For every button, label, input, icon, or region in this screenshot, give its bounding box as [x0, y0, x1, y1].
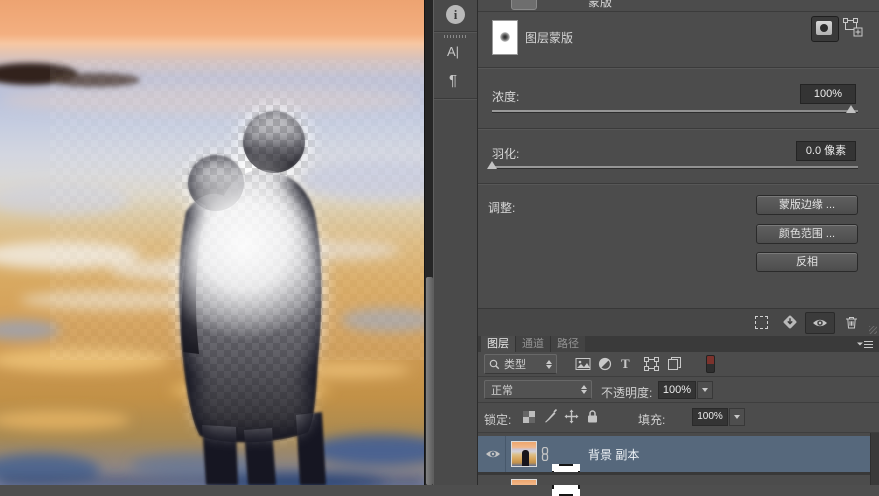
tab-channels[interactable]: 通道 — [515, 336, 550, 352]
mask-panel-icon — [511, 0, 537, 10]
filter-toggle-switch[interactable] — [706, 355, 715, 373]
filter-smart-object-icon[interactable] — [667, 356, 682, 371]
search-icon — [489, 359, 500, 369]
adjust-label: 调整: — [488, 201, 516, 215]
fill-label: 填充: — [638, 413, 666, 427]
canvas-image — [0, 0, 424, 485]
divider — [434, 98, 477, 99]
panel-menu-icon — [857, 341, 873, 348]
properties-footer-bar — [478, 308, 879, 336]
eye-icon[interactable] — [485, 448, 501, 460]
divider — [478, 67, 879, 68]
lock-all-icon[interactable] — [586, 409, 599, 424]
filter-pixel-layers-icon[interactable] — [575, 357, 591, 371]
updown-arrows-icon — [546, 359, 552, 369]
vector-mask-icon — [843, 18, 863, 37]
blend-mode-value: 正常 — [491, 384, 513, 397]
density-value[interactable]: 100% — [800, 84, 856, 104]
info-icon: i — [446, 5, 465, 24]
mask-type-label: 图层蒙版 — [525, 31, 574, 45]
character-panel-icon[interactable]: A| — [447, 44, 459, 59]
blend-mode-dropdown[interactable]: 正常 — [484, 380, 592, 399]
scrollbar-thumb[interactable] — [426, 277, 433, 485]
layer-row-selected[interactable]: 背景 副本 — [478, 436, 870, 496]
layer-row-background[interactable] — [478, 475, 870, 485]
feather-value[interactable]: 0.0 像素 — [796, 141, 856, 161]
feather-slider-track[interactable] — [492, 166, 858, 168]
updown-arrows-icon — [581, 385, 587, 394]
divider — [478, 183, 879, 184]
vector-mask-button[interactable] — [842, 17, 863, 38]
divider — [478, 128, 879, 129]
mask-thumbnail-large[interactable] — [492, 20, 518, 55]
divider — [434, 31, 477, 32]
opacity-dropdown-button[interactable] — [697, 381, 713, 399]
layers-panel-tabbar: 图层 通道 路径 — [478, 336, 879, 352]
density-label: 浓度: — [492, 90, 520, 104]
mask-selected-corner — [552, 489, 559, 496]
blend-opacity-row: 正常 不透明度: 100% — [478, 377, 879, 403]
photoshop-window: i A| ¶ 蒙版 图层蒙版 浓度: 100% 羽化: 0.0 像素 调整: 蒙… — [0, 0, 879, 496]
document-canvas[interactable] — [0, 0, 424, 485]
fill-dropdown-button[interactable] — [729, 408, 745, 426]
layer-thumbnail[interactable] — [511, 441, 537, 467]
filter-type-label: 类型 — [504, 359, 526, 371]
pixel-mask-button[interactable] — [811, 16, 839, 42]
chevron-down-icon — [734, 415, 740, 419]
opacity-label: 不透明度: — [601, 386, 653, 400]
layer-name[interactable]: 背景 副本 — [588, 446, 639, 463]
layer-thumbnail — [511, 479, 537, 485]
lock-fill-row: 锁定: 填充: 100% — [478, 403, 879, 433]
canvas-vertical-scrollbar[interactable] — [424, 0, 433, 485]
trash-icon — [846, 317, 857, 329]
layer-filter-row: 类型 T — [478, 352, 879, 377]
mask-selected-corner — [552, 464, 559, 471]
delete-mask-button[interactable] — [844, 315, 859, 330]
info-panel-icon[interactable]: i — [446, 5, 465, 24]
mask-dot — [500, 32, 510, 42]
link-icon[interactable] — [540, 447, 550, 461]
properties-panel-header[interactable]: 蒙版 — [478, 0, 879, 12]
feather-label: 羽化: — [492, 147, 520, 161]
layers-list: 背景 副本 — [478, 433, 879, 496]
lock-transparency-icon[interactable] — [523, 411, 535, 423]
fill-value[interactable]: 100% — [692, 408, 728, 426]
panel-menu-button[interactable] — [857, 340, 873, 349]
opacity-value[interactable]: 100% — [658, 381, 696, 399]
lock-label: 锁定: — [484, 413, 512, 427]
divider — [505, 436, 506, 472]
apply-mask-icon[interactable] — [780, 312, 800, 332]
mask-selected-corner — [573, 489, 580, 496]
chevron-down-icon — [702, 388, 708, 392]
lock-position-icon[interactable] — [564, 409, 579, 424]
feather-slider-thumb[interactable] — [487, 161, 497, 169]
pixel-mask-icon — [816, 21, 832, 35]
right-panel-column: 蒙版 图层蒙版 浓度: 100% 羽化: 0.0 像素 调整: 蒙版边缘 ...… — [478, 0, 879, 496]
load-selection-icon[interactable] — [755, 316, 768, 329]
panel-grip[interactable] — [444, 35, 468, 38]
mask-selected-corner — [573, 464, 580, 471]
tab-layers[interactable]: 图层 — [481, 336, 515, 352]
mask-visibility-button[interactable] — [805, 312, 835, 334]
layers-scroll-gutter[interactable] — [870, 433, 879, 485]
mask-edge-button[interactable]: 蒙版边缘 ... — [756, 195, 858, 215]
tab-paths[interactable]: 路径 — [550, 336, 585, 352]
filter-shape-layers-icon[interactable] — [644, 357, 659, 371]
color-range-button[interactable]: 颜色范围 ... — [756, 224, 858, 244]
density-slider-thumb[interactable] — [846, 105, 856, 113]
lock-paint-icon[interactable] — [543, 409, 558, 424]
invert-button[interactable]: 反相 — [756, 252, 858, 272]
density-slider-track[interactable] — [492, 110, 858, 112]
paragraph-panel-icon[interactable]: ¶ — [449, 72, 457, 89]
filter-type-dropdown[interactable]: 类型 — [484, 354, 557, 374]
panel-tab-label: 蒙版 — [588, 0, 613, 9]
collapsed-panel-strip: i A| ¶ — [433, 0, 478, 485]
filter-type-layers-icon[interactable]: T — [621, 356, 630, 372]
filter-adjustment-layers-icon[interactable] — [598, 357, 612, 371]
panel-resize-grip[interactable] — [869, 326, 877, 334]
eye-icon — [813, 319, 827, 327]
